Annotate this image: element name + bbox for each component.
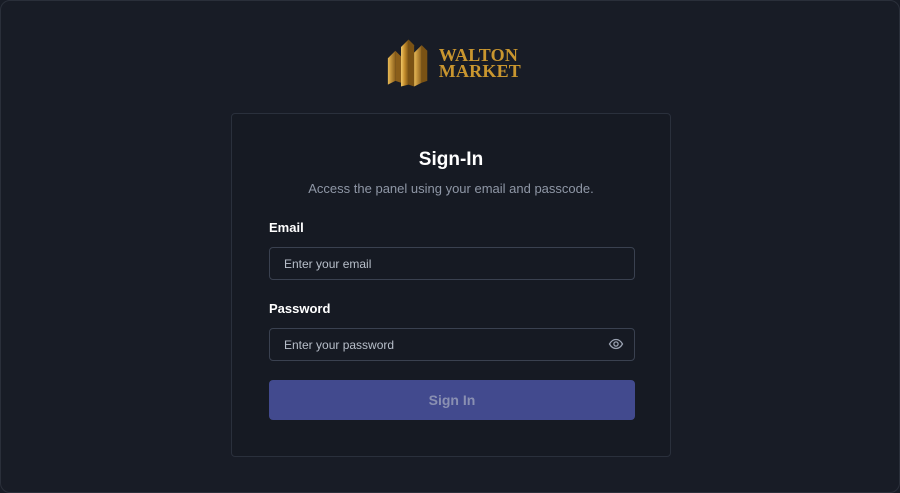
brand-name-line2: MARKET — [438, 61, 521, 81]
password-label: Password — [269, 301, 331, 316]
password-input[interactable] — [269, 328, 635, 361]
email-label: Email — [269, 220, 304, 235]
page-background: WALTON MARKET Sign-In Access the panel u… — [0, 0, 900, 493]
signin-title: Sign-In — [418, 149, 484, 170]
eye-icon[interactable] — [608, 336, 624, 352]
signin-subtitle: Access the panel using your email and pa… — [308, 181, 594, 196]
brand-name: WALTON MARKET — [438, 46, 521, 81]
email-input[interactable] — [269, 247, 635, 280]
walton-market-logo-icon — [387, 39, 428, 87]
brand-logo: WALTON MARKET — [386, 35, 521, 91]
signin-card: Sign-In Access the panel using your emai… — [231, 113, 671, 457]
signin-button[interactable]: Sign In — [269, 380, 635, 420]
